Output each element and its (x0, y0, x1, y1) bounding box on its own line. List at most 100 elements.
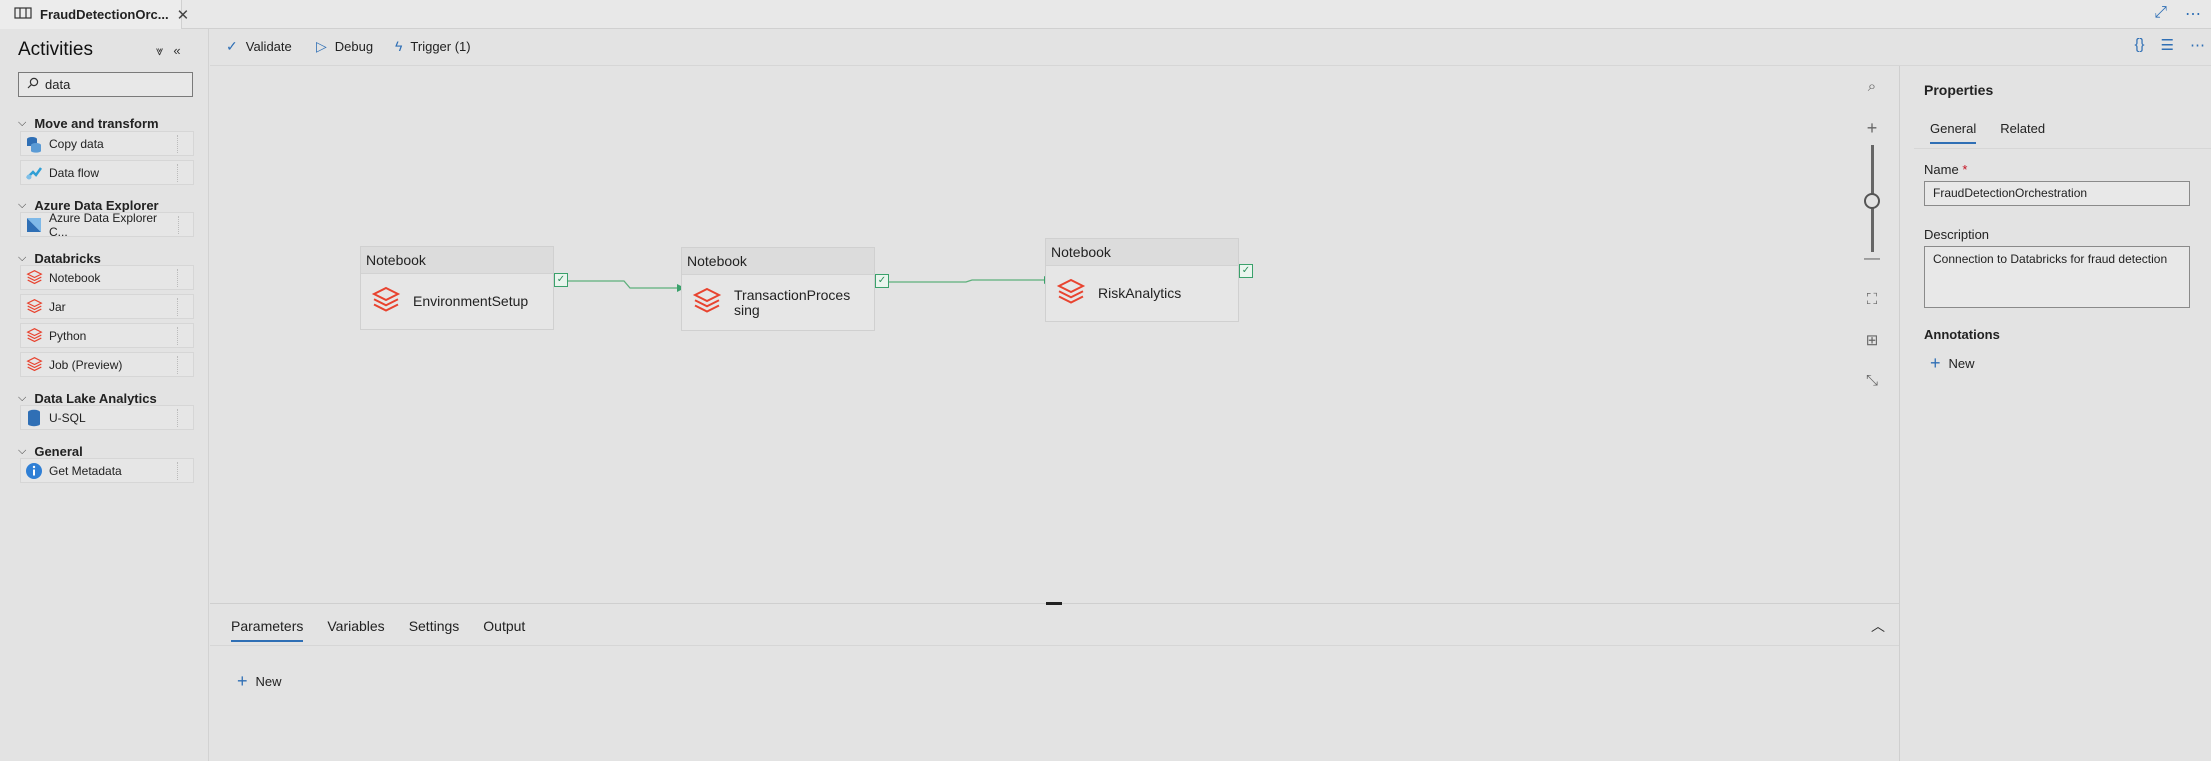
play-icon: ▷ (316, 38, 327, 54)
chevron-down-icon: ⌵ (18, 252, 27, 264)
code-icon[interactable]: {} (2135, 36, 2145, 54)
activity-python[interactable]: Python (20, 323, 194, 348)
drag-handle[interactable] (177, 163, 191, 182)
name-field[interactable]: FraudDetectionOrchestration (1924, 181, 2190, 206)
more-icon[interactable]: ⋯ (2190, 36, 2205, 54)
divider (210, 645, 1899, 646)
info-icon (25, 462, 43, 480)
databricks-icon (25, 327, 43, 345)
debug-button[interactable]: ▷ Debug (316, 38, 373, 55)
search-input[interactable] (45, 77, 185, 92)
drag-handle[interactable] (177, 326, 191, 345)
annotations-label: Annotations (1924, 327, 2000, 342)
azure-data-explorer-icon (25, 216, 43, 234)
zoom-out-icon[interactable]: — (1855, 250, 1889, 268)
zoom-slider-thumb[interactable] (1864, 193, 1880, 209)
validate-button[interactable]: ✓ Validate (226, 38, 292, 55)
databricks-icon (25, 269, 43, 287)
databricks-icon (25, 356, 43, 374)
node-type-label: Notebook (361, 247, 553, 274)
pipeline-tab[interactable]: FraudDetectionOrc... ✕ (0, 0, 189, 29)
drag-handle[interactable] (177, 461, 191, 480)
collapse-all-icon[interactable]: ⩔ (156, 43, 163, 59)
databricks-icon (1056, 277, 1086, 310)
expand-icon[interactable]: ⤢ (2154, 4, 2167, 24)
success-output-icon[interactable]: ✓ (554, 273, 568, 287)
search-icon[interactable]: ⌕ (1855, 78, 1889, 95)
activity-node[interactable]: Notebook RiskAnalytics (1045, 238, 1239, 322)
collapse-panel-icon[interactable]: « (173, 43, 180, 59)
node-type-label: Notebook (682, 248, 874, 275)
drag-handle[interactable] (177, 355, 191, 374)
activities-search[interactable] (18, 72, 193, 97)
copy-data-icon (25, 135, 43, 153)
properties-icon[interactable]: ☰ (2161, 36, 2174, 54)
activity-copy-data[interactable]: Copy data (20, 131, 194, 156)
tab-general[interactable]: General (1930, 121, 1977, 144)
category-general[interactable]: ⌵ General (18, 444, 83, 459)
node-name: EnvironmentSetup (413, 293, 529, 309)
node-name: TransactionProcessing (734, 286, 851, 318)
drag-handle[interactable] (177, 134, 191, 153)
divider (1914, 148, 2211, 149)
pipeline-canvas[interactable]: Notebook EnvironmentSetup ✓ Notebook Tra… (210, 66, 1899, 603)
chevron-down-icon: ⌵ (18, 199, 27, 211)
activity-notebook[interactable]: Notebook (20, 265, 194, 290)
more-icon[interactable]: ⋯ (2185, 4, 2201, 24)
tab-related[interactable]: Related (2000, 121, 2045, 144)
pipeline-icon (14, 6, 32, 23)
data-flow-icon (25, 164, 43, 182)
chevron-up-icon[interactable]: ︿ (1871, 616, 1885, 636)
checkmark-icon: ✓ (226, 38, 238, 54)
zoom-controls: ⌕ + — ⛶ ⊞ ⤡ (1855, 72, 1889, 412)
close-icon[interactable]: ✕ (177, 6, 190, 24)
new-parameter-button[interactable]: + New (237, 671, 282, 692)
plus-icon: + (237, 671, 248, 691)
properties-panel: Properties General Related Name * FraudD… (1899, 66, 2211, 761)
drag-handle[interactable] (177, 297, 191, 316)
category-move-and-transform[interactable]: ⌵ Move and transform (18, 116, 159, 131)
node-name: RiskAnalytics (1098, 285, 1182, 301)
chevron-down-icon: ⌵ (18, 392, 27, 404)
pipeline-toolbar: ✓ Validate ▷ Debug ϟ Trigger (1) {} ☰ ⋯ (210, 29, 2211, 66)
category-databricks[interactable]: ⌵ Databricks (18, 251, 101, 266)
databricks-icon (692, 286, 722, 319)
success-output-icon[interactable]: ✓ (1239, 264, 1253, 278)
description-field[interactable]: Connection to Databricks for fraud detec… (1924, 246, 2190, 308)
zoom-in-icon[interactable]: + (1855, 118, 1889, 139)
activity-data-flow[interactable]: Data flow (20, 160, 194, 185)
auto-align-icon[interactable]: ⊞ (1855, 331, 1889, 349)
search-icon (27, 77, 39, 92)
activity-jar[interactable]: Jar (20, 294, 194, 319)
data-lake-icon (25, 409, 43, 427)
chevron-down-icon: ⌵ (18, 445, 27, 457)
category-data-lake-analytics[interactable]: ⌵ Data Lake Analytics (18, 391, 157, 406)
activity-azure-data-explorer[interactable]: Azure Data Explorer C... (20, 211, 194, 239)
activity-node[interactable]: Notebook EnvironmentSetup (360, 246, 554, 330)
activity-node[interactable]: Notebook TransactionProcessing (681, 247, 875, 331)
description-label: Description (1924, 227, 1990, 242)
properties-title: Properties (1924, 82, 1994, 98)
chevron-down-icon: ⌵ (18, 117, 27, 129)
tab-title: FraudDetectionOrc... (40, 7, 169, 22)
tab-settings[interactable]: Settings (409, 618, 460, 642)
tab-variables[interactable]: Variables (327, 618, 384, 642)
drag-handle[interactable] (177, 215, 191, 234)
activity-get-metadata[interactable]: Get Metadata (20, 458, 194, 483)
tab-output[interactable]: Output (483, 618, 525, 642)
drag-handle[interactable] (177, 268, 191, 287)
activity-job-preview[interactable]: Job (Preview) (20, 352, 194, 377)
databricks-icon (25, 298, 43, 316)
trigger-button[interactable]: ϟ Trigger (1) (395, 38, 471, 54)
activities-panel: Activities ⩔ « ⌵ Move and transform Copy… (0, 29, 209, 761)
new-annotation-button[interactable]: + New (1930, 353, 1975, 374)
collapse-icon[interactable]: ⤡ (1855, 372, 1889, 389)
tab-parameters[interactable]: Parameters (231, 618, 304, 642)
lightning-icon: ϟ (395, 38, 403, 54)
fit-to-screen-icon[interactable]: ⛶ (1855, 291, 1889, 308)
activity-u-sql[interactable]: U-SQL (20, 405, 194, 430)
bottom-panel: Parameters Variables Settings Output ︿ +… (210, 602, 1899, 761)
resize-handle[interactable] (1046, 602, 1062, 605)
success-output-icon[interactable]: ✓ (875, 274, 889, 288)
drag-handle[interactable] (177, 408, 191, 427)
